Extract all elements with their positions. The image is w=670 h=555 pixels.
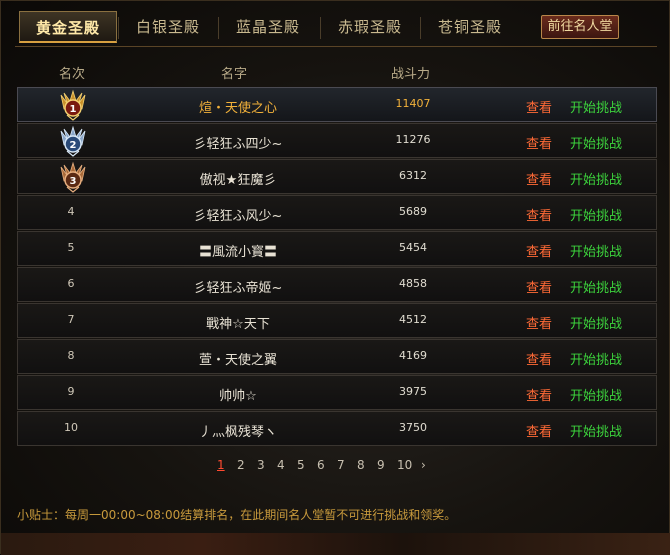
table-row: 3 傲视★狂魔彡 6312 查看 开始挑战 <box>17 159 657 194</box>
view-button[interactable]: 查看 <box>526 277 552 296</box>
page-3[interactable]: 3 <box>257 458 265 472</box>
tab-4[interactable]: 赤瑕圣殿 <box>321 11 419 43</box>
page-2[interactable]: 2 <box>237 458 245 472</box>
page-8[interactable]: 8 <box>357 458 365 472</box>
table-row: 1 煊・天使之心 11407 查看 开始挑战 <box>17 87 657 122</box>
combat-power: 11407 <box>395 97 431 110</box>
page-1[interactable]: 1 <box>217 458 225 472</box>
table-row: 4 彡轻狂ふ风少~ 5689 查看 开始挑战 <box>17 195 657 230</box>
page-7[interactable]: 7 <box>337 458 345 472</box>
combat-power: 3975 <box>399 385 427 398</box>
challenge-button[interactable]: 开始挑战 <box>570 205 622 224</box>
player-name: 丿灬枫残琴ヽ <box>198 425 277 440</box>
combat-power: 6312 <box>399 169 427 182</box>
player-name: 彡轻狂ふ四少~ <box>193 137 283 152</box>
challenge-button[interactable]: 开始挑战 <box>570 277 622 296</box>
rank-number: 6 <box>67 277 75 290</box>
tip-text: 小贴士：每周一00:00~08:00结算排名，在此期间名人堂暂不可进行挑战和领奖… <box>17 508 457 522</box>
challenge-button[interactable]: 开始挑战 <box>570 385 622 404</box>
player-name: 煊・天使之心 <box>198 101 277 116</box>
tab-separator <box>218 17 219 39</box>
player-name: 萱・天使之翼 <box>198 353 277 368</box>
combat-power: 5689 <box>399 205 427 218</box>
bottom-decoration <box>1 533 670 555</box>
svg-text:3: 3 <box>70 176 77 187</box>
tab-2[interactable]: 白银圣殿 <box>119 11 217 43</box>
table-row: 9 帅帅☆ 3975 查看 开始挑战 <box>17 375 657 410</box>
challenge-button[interactable]: 开始挑战 <box>570 97 622 116</box>
player-name: 戰神☆天下 <box>206 317 270 332</box>
tab-5[interactable]: 苍铜圣殿 <box>421 11 519 43</box>
combat-power: 3750 <box>399 421 427 434</box>
svg-text:1: 1 <box>70 104 77 115</box>
svg-text:2: 2 <box>70 140 77 151</box>
view-button[interactable]: 查看 <box>526 313 552 332</box>
rank-number: 5 <box>67 241 75 254</box>
next-page-icon[interactable]: › <box>421 458 426 472</box>
col-name: 名字 <box>221 67 248 82</box>
combat-power: 11276 <box>395 133 431 146</box>
tab-separator <box>420 17 421 39</box>
challenge-button[interactable]: 开始挑战 <box>570 241 622 260</box>
col-power: 战斗力 <box>391 67 431 82</box>
table-row: 2 彡轻狂ふ四少~ 11276 查看 开始挑战 <box>17 123 657 158</box>
view-button[interactable]: 查看 <box>526 97 552 116</box>
player-name: 彡轻狂ふ风少~ <box>193 209 283 224</box>
combat-power: 4512 <box>399 313 427 326</box>
rank-number: 8 <box>67 349 75 362</box>
rank-number: 10 <box>64 421 78 434</box>
tab-1[interactable]: 黄金圣殿 <box>19 11 117 43</box>
rank-window: 黄金圣殿 白银圣殿 蓝晶圣殿 赤瑕圣殿 苍铜圣殿 前往名人堂 名次 名字 战斗力 1 煊・… <box>0 0 670 555</box>
view-button[interactable]: 查看 <box>526 169 552 188</box>
player-name: 帅帅☆ <box>219 389 257 404</box>
rank-number: 9 <box>67 385 75 398</box>
combat-power: 4169 <box>399 349 427 362</box>
combat-power: 5454 <box>399 241 427 254</box>
combat-power: 4858 <box>399 277 427 290</box>
page-10[interactable]: 10 <box>397 458 412 472</box>
tab-3[interactable]: 蓝晶圣殿 <box>219 11 317 43</box>
page-9[interactable]: 9 <box>377 458 385 472</box>
page-5[interactable]: 5 <box>297 458 305 472</box>
page-4[interactable]: 4 <box>277 458 285 472</box>
table-row: 6 彡轻狂ふ帝姬~ 4858 查看 开始挑战 <box>17 267 657 302</box>
go-hall-of-fame-button[interactable]: 前往名人堂 <box>541 15 619 39</box>
player-name: 彡轻狂ふ帝姬~ <box>193 281 283 296</box>
view-button[interactable]: 查看 <box>526 385 552 404</box>
page-6[interactable]: 6 <box>317 458 325 472</box>
challenge-button[interactable]: 开始挑战 <box>570 349 622 368</box>
ranking-table: 1 煊・天使之心 11407 查看 开始挑战 2 彡轻狂ふ四少~ 11276 查看 开始挑战 3 傲视… <box>17 87 657 447</box>
view-button[interactable]: 查看 <box>526 241 552 260</box>
view-button[interactable]: 查看 <box>526 421 552 440</box>
challenge-button[interactable]: 开始挑战 <box>570 169 622 188</box>
rank-number: 4 <box>67 205 75 218</box>
tab-separator <box>118 17 119 39</box>
player-name: 〓風流小寳〓 <box>198 245 277 260</box>
player-name: 傲视★狂魔彡 <box>199 173 277 188</box>
challenge-button[interactable]: 开始挑战 <box>570 421 622 440</box>
challenge-button[interactable]: 开始挑战 <box>570 133 622 152</box>
col-rank: 名次 <box>59 67 86 82</box>
rank-number: 7 <box>67 313 75 326</box>
table-header: 名次 名字 战斗力 <box>1 63 670 83</box>
table-row: 8 萱・天使之翼 4169 查看 开始挑战 <box>17 339 657 374</box>
view-button[interactable]: 查看 <box>526 133 552 152</box>
bronze-medal-icon: 3 <box>58 161 88 193</box>
tab-separator <box>320 17 321 39</box>
challenge-button[interactable]: 开始挑战 <box>570 313 622 332</box>
table-row: 5 〓風流小寳〓 5454 查看 开始挑战 <box>17 231 657 266</box>
tab-divider <box>15 46 657 47</box>
silver-medal-icon: 2 <box>58 125 88 157</box>
view-button[interactable]: 查看 <box>526 349 552 368</box>
gold-medal-icon: 1 <box>58 89 88 121</box>
table-row: 7 戰神☆天下 4512 查看 开始挑战 <box>17 303 657 338</box>
view-button[interactable]: 查看 <box>526 205 552 224</box>
table-row: 10 丿灬枫残琴ヽ 3750 查看 开始挑战 <box>17 411 657 446</box>
